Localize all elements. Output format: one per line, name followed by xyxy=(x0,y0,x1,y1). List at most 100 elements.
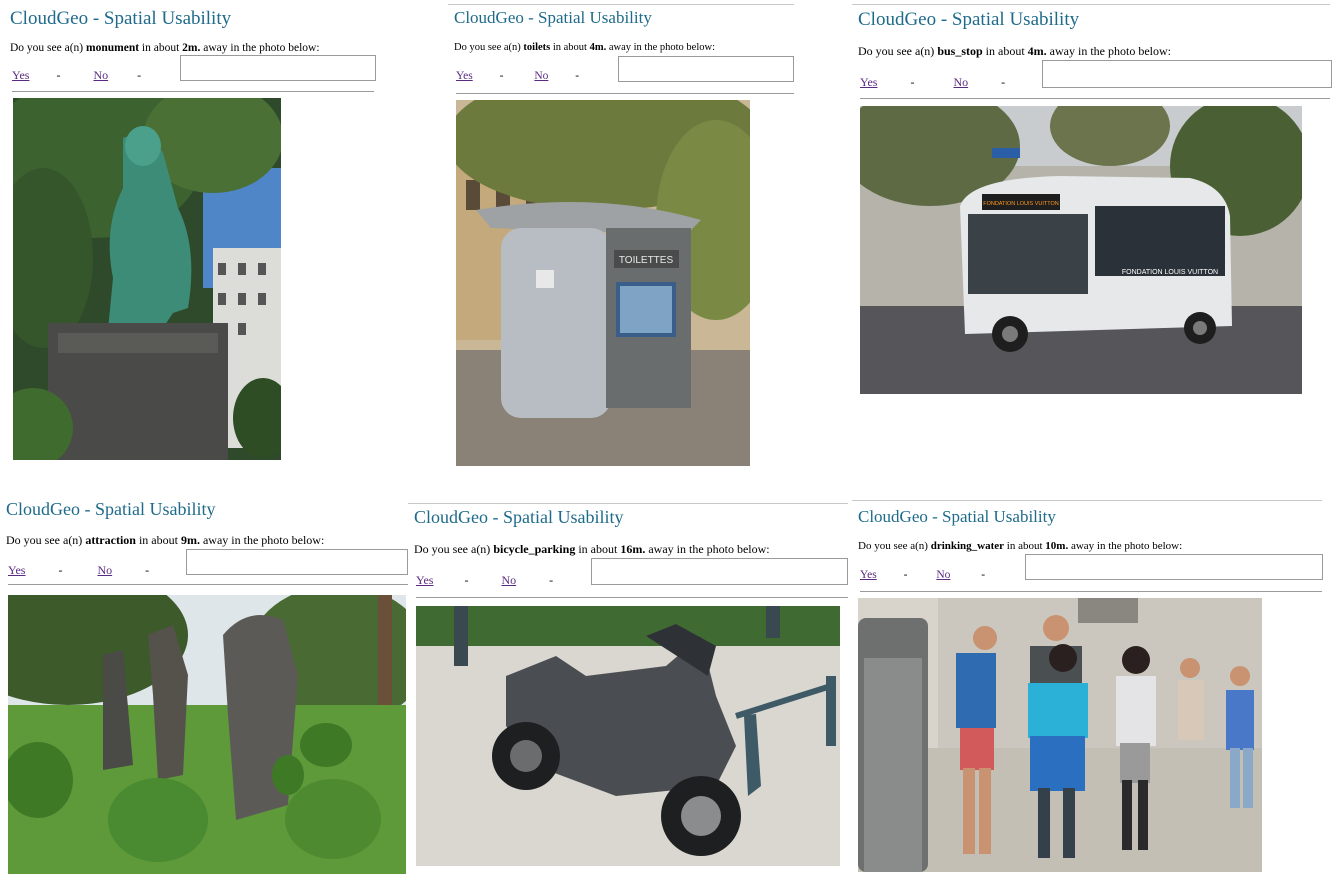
question-mid: in about xyxy=(550,42,590,53)
separator: - xyxy=(981,569,986,581)
page-title: CloudGeo - Spatial Usability xyxy=(10,8,232,29)
comment-input[interactable] xyxy=(186,549,408,575)
separator: - xyxy=(58,563,63,577)
separator: - xyxy=(903,569,908,581)
answer-row: Yes - No - xyxy=(860,569,985,581)
question-suffix: away in the photo below: xyxy=(199,533,325,547)
question-mid: in about xyxy=(982,44,1028,58)
sculpture-garden-photo xyxy=(8,595,406,874)
answer-row: Yes - No - xyxy=(12,68,141,83)
question-text: Do you see a(n) monument in about 2m. aw… xyxy=(10,42,320,54)
question-suffix: away in the photo below: xyxy=(200,42,320,54)
separator: - xyxy=(145,563,150,577)
divider xyxy=(456,93,794,94)
survey-panel-bicycle-parking: CloudGeo - Spatial Usability Do you see … xyxy=(408,500,848,874)
object-name: monument xyxy=(86,42,140,54)
question-mid: in about xyxy=(1004,540,1046,552)
yes-link[interactable]: Yes xyxy=(860,75,877,89)
question-prefix: Do you see a(n) xyxy=(414,542,494,556)
divider xyxy=(860,98,1330,99)
distance-value: 10m. xyxy=(1045,540,1069,552)
separator: - xyxy=(499,70,504,82)
question-text: Do you see a(n) toilets in about 4m. awa… xyxy=(454,42,715,53)
page-title: CloudGeo - Spatial Usability xyxy=(858,507,1056,526)
no-link[interactable]: No xyxy=(936,569,950,581)
survey-panel-bus-stop: CloudGeo - Spatial Usability Do you see … xyxy=(852,0,1334,475)
separator: - xyxy=(56,68,61,82)
page-title: CloudGeo - Spatial Usability xyxy=(454,8,652,27)
distance-value: 4m. xyxy=(589,42,607,53)
question-prefix: Do you see a(n) xyxy=(6,533,86,547)
question-text: Do you see a(n) bus_stop in about 4m. aw… xyxy=(858,44,1171,59)
top-border xyxy=(448,4,794,5)
separator: - xyxy=(910,75,915,89)
distance-value: 4m. xyxy=(1027,44,1047,58)
sculpture-garden-photo-art xyxy=(8,595,406,874)
question-text: Do you see a(n) attraction in about 9m. … xyxy=(6,533,324,548)
comment-input[interactable] xyxy=(180,55,376,81)
answer-row: Yes - No - xyxy=(8,563,149,578)
public-toilet-photo: TOILETTES xyxy=(456,100,750,466)
statue-photo xyxy=(13,98,281,460)
comment-input[interactable] xyxy=(618,56,794,82)
comment-input[interactable] xyxy=(591,558,848,585)
question-text: Do you see a(n) bicycle_parking in about… xyxy=(414,542,770,557)
survey-panel-drinking-water: CloudGeo - Spatial Usability Do you see … xyxy=(852,497,1334,874)
yes-link[interactable]: Yes xyxy=(416,573,433,587)
separator: - xyxy=(549,573,554,587)
question-mid: in about xyxy=(135,533,181,547)
comment-input[interactable] xyxy=(1025,554,1323,580)
separator: - xyxy=(137,68,142,82)
top-border xyxy=(408,503,848,504)
no-link[interactable]: No xyxy=(501,573,516,587)
question-mid: in about xyxy=(575,542,621,556)
question-suffix: away in the photo below: xyxy=(1068,540,1183,552)
bus-destination-sign: FONDATION LOUIS VUITTON xyxy=(983,201,1059,207)
question-mid: in about xyxy=(139,42,183,54)
object-name: attraction xyxy=(85,533,136,547)
yes-link[interactable]: Yes xyxy=(860,569,877,581)
survey-panel-toilets: CloudGeo - Spatial Usability Do you see … xyxy=(448,0,796,475)
no-link[interactable]: No xyxy=(953,75,968,89)
people-fountain-photo-art xyxy=(858,598,1262,872)
comment-input[interactable] xyxy=(1042,60,1332,88)
survey-panel-monument: CloudGeo - Spatial Usability Do you see … xyxy=(0,0,380,470)
divider xyxy=(416,597,848,598)
question-prefix: Do you see a(n) xyxy=(858,44,938,58)
answer-row: Yes - No - xyxy=(416,573,553,588)
yes-link[interactable]: Yes xyxy=(12,68,29,82)
separator: - xyxy=(464,573,469,587)
question-prefix: Do you see a(n) xyxy=(10,42,87,54)
divider xyxy=(8,584,408,585)
people-fountain-photo xyxy=(858,598,1262,872)
question-suffix: away in the photo below: xyxy=(645,542,770,556)
question-text: Do you see a(n) drinking_water in about … xyxy=(858,540,1182,552)
bus-photo: FONDATION LOUIS VUITTON FONDATION LOUIS … xyxy=(860,106,1302,394)
separator: - xyxy=(575,70,580,82)
no-link[interactable]: No xyxy=(93,68,108,82)
object-name: drinking_water xyxy=(930,540,1005,552)
page-title: CloudGeo - Spatial Usability xyxy=(414,507,624,527)
distance-value: 9m. xyxy=(180,533,200,547)
question-suffix: away in the photo below: xyxy=(1046,44,1171,58)
top-border xyxy=(852,500,1322,501)
toilet-sign-text: TOILETTES xyxy=(619,255,674,266)
separator: - xyxy=(1001,75,1006,89)
divider xyxy=(12,91,374,92)
distance-value: 2m. xyxy=(182,42,201,54)
no-link[interactable]: No xyxy=(97,563,112,577)
bus-photo-art: FONDATION LOUIS VUITTON FONDATION LOUIS … xyxy=(860,106,1302,394)
top-border xyxy=(852,4,1330,5)
scooter-photo xyxy=(416,606,840,866)
page-title: CloudGeo - Spatial Usability xyxy=(6,499,216,519)
survey-panel-attraction: CloudGeo - Spatial Usability Do you see … xyxy=(0,493,408,874)
yes-link[interactable]: Yes xyxy=(456,70,473,82)
question-suffix: away in the photo below: xyxy=(606,42,716,53)
answer-row: Yes - No - xyxy=(860,75,1005,90)
question-prefix: Do you see a(n) xyxy=(454,42,524,53)
object-name: bicycle_parking xyxy=(493,542,576,556)
public-toilet-photo-art: TOILETTES xyxy=(456,100,750,466)
scooter-photo-art xyxy=(416,606,840,866)
yes-link[interactable]: Yes xyxy=(8,563,25,577)
no-link[interactable]: No xyxy=(534,70,548,82)
